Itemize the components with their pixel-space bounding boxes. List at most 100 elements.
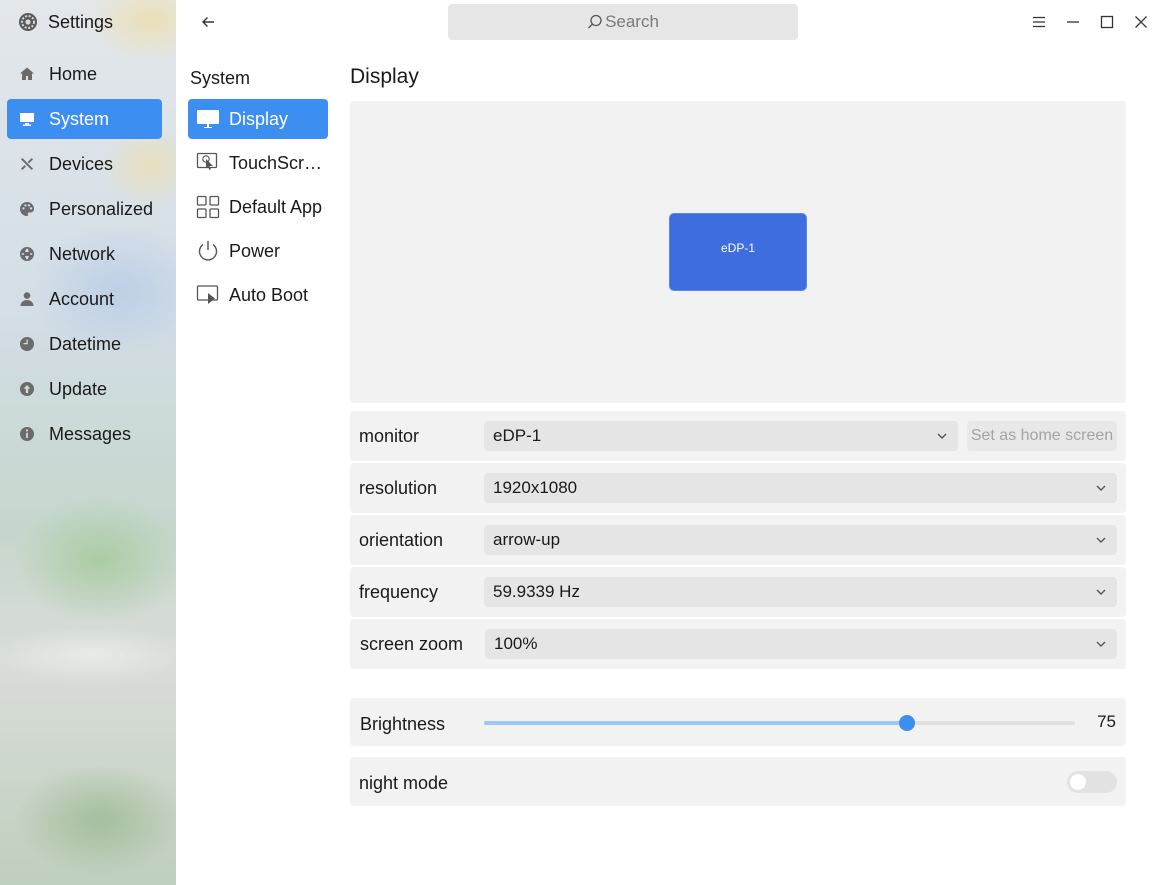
autostart-icon bbox=[196, 285, 219, 304]
set-home-screen-label: Set as home screen bbox=[970, 427, 1114, 444]
sidebar-item-personalized[interactable]: Personalized bbox=[7, 189, 162, 229]
subnav-item-default-app[interactable]: Default App bbox=[188, 187, 328, 227]
sidebar-item-network[interactable]: Network bbox=[7, 234, 162, 274]
sidebar-item-devices[interactable]: Devices bbox=[7, 144, 162, 184]
brightness-slider-handle[interactable] bbox=[899, 715, 916, 731]
frequency-select[interactable]: 59.9339 Hz bbox=[484, 577, 1117, 607]
brightness-label: Brightness bbox=[360, 713, 446, 734]
night-mode-toggle[interactable] bbox=[1067, 771, 1117, 793]
info-icon bbox=[20, 427, 34, 441]
app-title: Settings bbox=[18, 10, 113, 34]
sidebar-item-messages[interactable]: Messages bbox=[7, 414, 162, 454]
set-home-screen-button[interactable]: Set as home screen bbox=[967, 421, 1117, 451]
orientation-select[interactable]: arrow-up bbox=[484, 525, 1117, 555]
maximize-icon bbox=[1100, 15, 1114, 29]
close-icon bbox=[1135, 16, 1147, 28]
settings-gear-icon bbox=[19, 13, 37, 31]
display-icon bbox=[197, 110, 219, 128]
minimize-button[interactable] bbox=[1061, 10, 1085, 34]
orientation-label: orientation bbox=[359, 529, 444, 550]
frequency-label: frequency bbox=[359, 581, 439, 602]
resolution-select[interactable]: 1920x1080 bbox=[484, 473, 1117, 503]
sidebar-item-label: Devices bbox=[49, 153, 114, 174]
monitor-block[interactable]: eDP-1 bbox=[669, 213, 807, 291]
close-button[interactable] bbox=[1129, 10, 1153, 34]
orientation-row: orientation arrow-up bbox=[350, 515, 1126, 565]
screen-zoom-select[interactable]: 100% bbox=[485, 629, 1117, 659]
sidebar-item-label: System bbox=[49, 108, 110, 129]
brightness-slider[interactable] bbox=[484, 715, 1075, 731]
user-icon bbox=[20, 292, 34, 306]
sidebar-item-label: Update bbox=[49, 378, 108, 399]
subnav-item-label: TouchScreen bbox=[229, 152, 325, 173]
screen-zoom-label: screen zoom bbox=[360, 633, 464, 654]
monitor-select-value: eDP-1 bbox=[493, 426, 542, 445]
chevron-down-icon bbox=[1096, 485, 1106, 491]
search-input[interactable]: Search bbox=[448, 4, 798, 40]
monitor-row: monitor eDP-1 Set as home screen bbox=[350, 411, 1126, 461]
sidebar-item-home[interactable]: Home bbox=[7, 54, 162, 94]
sidebar-item-system[interactable]: System bbox=[7, 99, 162, 139]
night-mode-toggle-knob bbox=[1070, 774, 1086, 790]
monitor-arrangement-preview: eDP-1 bbox=[350, 101, 1126, 403]
palette-icon bbox=[20, 202, 35, 216]
maximize-button[interactable] bbox=[1095, 10, 1119, 34]
resolution-select-value: 1920x1080 bbox=[493, 478, 578, 497]
screen-zoom-row: screen zoom 100% bbox=[350, 619, 1126, 669]
minimize-icon bbox=[1067, 21, 1079, 23]
chevron-down-icon bbox=[1096, 589, 1106, 595]
sidebar-item-label: Home bbox=[49, 63, 98, 84]
sidebar-item-label: Personalized bbox=[49, 198, 154, 219]
chevron-down-icon bbox=[1096, 641, 1106, 647]
app-title-text: Settings bbox=[48, 11, 114, 32]
sidebar-item-label: Account bbox=[49, 288, 115, 309]
screen-zoom-select-value: 100% bbox=[494, 634, 538, 653]
subnav-item-label: Default App bbox=[229, 196, 323, 217]
sidebar-item-label: Network bbox=[49, 243, 116, 264]
chevron-down-icon bbox=[937, 433, 947, 439]
clock-icon bbox=[20, 337, 34, 351]
update-icon bbox=[20, 382, 34, 396]
sidebar-item-account[interactable]: Account bbox=[7, 279, 162, 319]
globe-icon bbox=[20, 247, 34, 261]
hamburger-menu-icon bbox=[1033, 16, 1045, 28]
sidebar: Settings Home System Devices Personalize… bbox=[0, 0, 176, 885]
brightness-value: 75 bbox=[1097, 712, 1116, 731]
search-icon bbox=[588, 14, 602, 29]
page-title: Display bbox=[350, 65, 419, 88]
home-icon bbox=[20, 67, 34, 80]
subnav-item-label: Power bbox=[229, 240, 281, 261]
resolution-label: resolution bbox=[359, 477, 438, 498]
subnav-heading: System bbox=[190, 68, 251, 88]
monitor-select[interactable]: eDP-1 bbox=[484, 421, 958, 451]
night-mode-label: night mode bbox=[359, 772, 449, 793]
orientation-select-value: arrow-up bbox=[493, 530, 561, 549]
subnav-item-display[interactable]: Display bbox=[188, 99, 328, 139]
monitor-icon bbox=[20, 113, 34, 126]
apps-grid-icon bbox=[196, 195, 220, 219]
tools-icon bbox=[21, 158, 33, 170]
subnav-item-label: Auto Boot bbox=[229, 284, 309, 305]
brightness-row: Brightness 75 bbox=[350, 698, 1126, 746]
chevron-down-icon bbox=[1096, 537, 1106, 543]
night-mode-row: night mode bbox=[350, 757, 1126, 806]
subnav-item-auto-boot[interactable]: Auto Boot bbox=[188, 275, 328, 315]
search-placeholder: Search bbox=[605, 12, 659, 31]
sidebar-item-label: Datetime bbox=[49, 333, 122, 354]
power-icon bbox=[198, 241, 218, 261]
subnav-item-touchscreen[interactable]: TouchScreen bbox=[188, 143, 328, 183]
frequency-row: frequency 59.9339 Hz bbox=[350, 567, 1126, 617]
sidebar-item-datetime[interactable]: Datetime bbox=[7, 324, 162, 364]
back-button[interactable] bbox=[196, 10, 220, 34]
sidebar-item-update[interactable]: Update bbox=[7, 369, 162, 409]
monitor-label: monitor bbox=[359, 425, 420, 446]
brightness-slider-fill bbox=[484, 721, 908, 725]
menu-button[interactable] bbox=[1027, 10, 1051, 34]
frequency-select-value: 59.9339 Hz bbox=[493, 582, 580, 601]
sidebar-item-label: Messages bbox=[49, 423, 132, 444]
subnav-item-power[interactable]: Power bbox=[188, 231, 328, 271]
touchscreen-icon bbox=[196, 152, 218, 170]
arrow-left-icon bbox=[202, 17, 214, 27]
resolution-row: resolution 1920x1080 bbox=[350, 463, 1126, 513]
subnav-item-label: Display bbox=[229, 108, 289, 129]
